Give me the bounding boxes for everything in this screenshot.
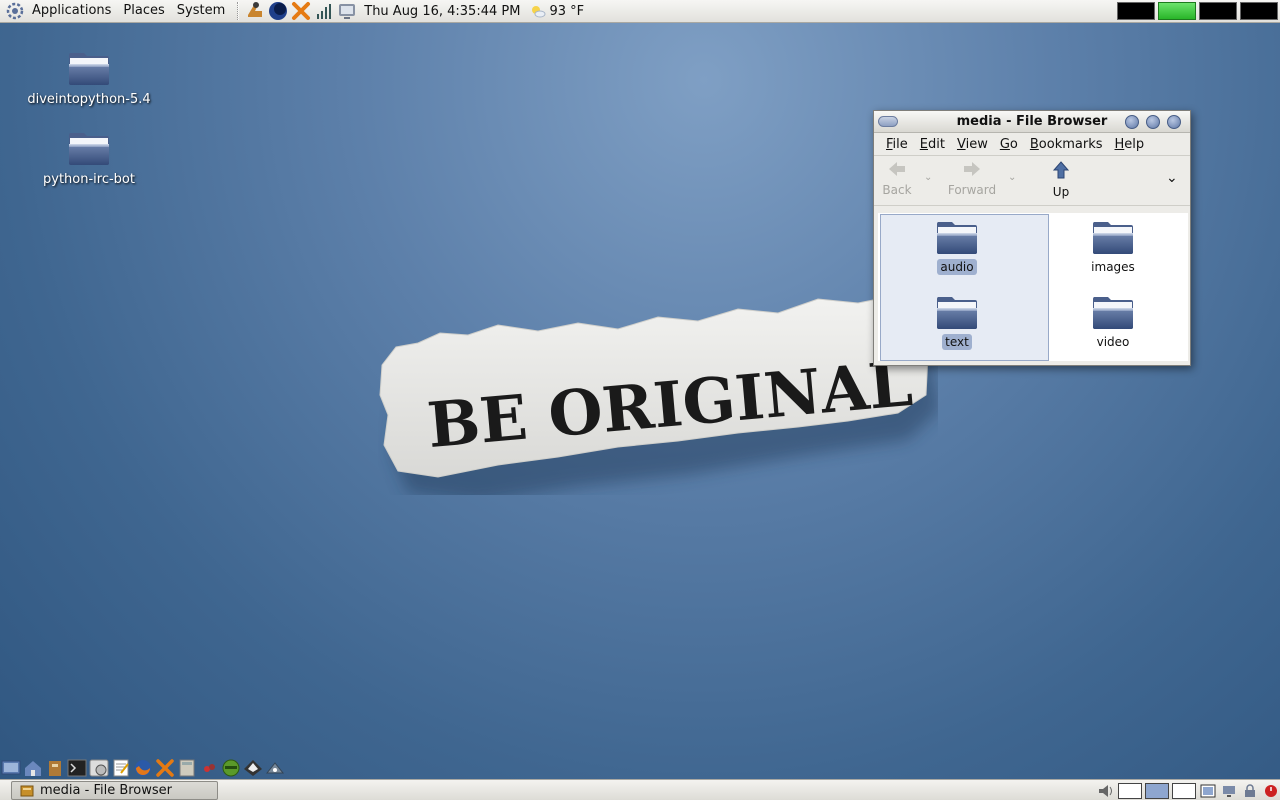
pidgin-icon[interactable] (199, 758, 219, 778)
folder-item-label: audio (937, 259, 977, 275)
folder-icon (935, 218, 979, 256)
forward-button[interactable]: Forward (944, 160, 1000, 197)
workspace-1[interactable] (1117, 2, 1155, 20)
maximize-button[interactable] (1146, 115, 1160, 129)
lock-screen-icon[interactable] (1241, 782, 1259, 800)
calculator-icon[interactable] (177, 758, 197, 778)
weather-applet[interactable]: 93 °F (530, 4, 584, 19)
folder-item-label: video (1096, 335, 1130, 349)
menu-file[interactable]: File (880, 137, 914, 152)
menu-edit[interactable]: Edit (914, 137, 951, 152)
menubar: File Edit View Go Bookmarks Help (874, 133, 1190, 156)
toolbar: Back ⌄ Forward ⌄ Up ⌄ (874, 156, 1190, 206)
workspace-2[interactable] (1158, 2, 1196, 20)
xchat-icon[interactable] (155, 758, 175, 778)
pager-workspace-3[interactable] (1172, 782, 1196, 799)
folder-icon (67, 128, 111, 168)
top-panel: Applications Places System Thu Aug 16, 4… (0, 0, 1280, 23)
xchat-launcher-icon[interactable] (291, 1, 311, 21)
file-browser-window: media - File Browser File Edit View Go B… (873, 110, 1191, 366)
network-monitor-icon (314, 1, 334, 21)
desktop-icon-diveintopython[interactable]: diveintopython-5.4 (24, 48, 154, 107)
disc-burner-icon[interactable] (89, 758, 109, 778)
menu-go[interactable]: Go (994, 137, 1024, 152)
burn-launcher-icon[interactable] (245, 1, 265, 21)
folder-icon (935, 293, 979, 331)
file-browser-icon (20, 785, 34, 796)
arrow-left-icon (889, 162, 905, 176)
package-manager-icon[interactable] (45, 758, 65, 778)
desktop-icon-label: python-irc-bot (43, 172, 135, 187)
folder-icon (67, 48, 111, 88)
clock[interactable]: Thu Aug 16, 4:35:44 PM (364, 4, 520, 19)
system-tray (1097, 781, 1280, 800)
close-button[interactable] (1167, 115, 1181, 129)
menu-view[interactable]: View (951, 137, 994, 152)
back-history-chevron-icon[interactable]: ⌄ (924, 172, 932, 183)
gnome-foot-icon[interactable] (4, 0, 26, 22)
home-folder-icon[interactable] (23, 758, 43, 778)
terminal-icon[interactable] (67, 758, 87, 778)
folder-icon (1091, 293, 1135, 331)
desktop-icon-python-irc-bot[interactable]: python-irc-bot (24, 128, 154, 187)
network-icon[interactable] (1220, 782, 1238, 800)
toolbar-overflow-chevron-icon[interactable]: ⌄ (1166, 170, 1178, 186)
menu-help[interactable]: Help (1109, 137, 1151, 152)
window-title: media - File Browser (956, 114, 1108, 129)
eclipse-launcher-icon[interactable] (268, 1, 288, 21)
folder-item-text[interactable]: text (897, 293, 1017, 350)
network-tool-icon[interactable] (265, 758, 285, 778)
bottom-launcher-bar (0, 757, 290, 779)
arrow-up-icon (1052, 161, 1070, 179)
window-layout-icon[interactable] (1199, 782, 1217, 800)
back-button[interactable]: Back (878, 160, 916, 197)
firefox-icon[interactable] (133, 758, 153, 778)
text-editor-icon[interactable] (111, 758, 131, 778)
folder-item-audio[interactable]: audio (897, 218, 1017, 275)
applications-menu[interactable]: Applications (26, 0, 117, 23)
file-view[interactable]: audio images text video (878, 213, 1188, 361)
minimize-button[interactable] (1125, 115, 1139, 129)
folder-item-images[interactable]: images (1053, 218, 1173, 275)
folder-icon (1091, 218, 1135, 256)
wallpaper-paper-scrap: BE ORIGINAL (378, 295, 940, 503)
pager-workspace-2[interactable] (1145, 782, 1169, 799)
bottom-panel: media - File Browser (0, 779, 1280, 800)
forward-history-chevron-icon[interactable]: ⌄ (1008, 172, 1016, 183)
partly-cloudy-icon (532, 6, 546, 18)
folder-item-label: text (942, 334, 972, 350)
temperature: 93 °F (549, 3, 585, 19)
workspace-4[interactable] (1240, 2, 1278, 20)
folder-item-label: images (1091, 260, 1135, 274)
panel-separator (237, 2, 240, 20)
menu-bookmarks[interactable]: Bookmarks (1024, 137, 1109, 152)
taskbar-button-label: media - File Browser (40, 783, 173, 798)
window-menu-button[interactable] (878, 116, 898, 127)
pager-workspace-1[interactable] (1118, 782, 1142, 799)
power-icon[interactable] (1262, 782, 1280, 800)
up-button[interactable]: Up (1046, 160, 1076, 199)
taskbar-button-file-browser[interactable]: media - File Browser (11, 781, 218, 800)
arrow-right-icon (964, 162, 980, 176)
show-desktop-icon[interactable] (1, 758, 21, 778)
inkscape-icon[interactable] (243, 758, 263, 778)
workspace-3[interactable] (1199, 2, 1237, 20)
folder-item-video[interactable]: video (1053, 293, 1173, 350)
game-icon[interactable] (221, 758, 241, 778)
places-menu[interactable]: Places (117, 0, 170, 23)
desktop-icon-label: diveintopython-5.4 (27, 92, 151, 107)
system-menu[interactable]: System (171, 0, 231, 23)
workspace-switcher[interactable] (1117, 2, 1278, 20)
volume-icon[interactable] (1097, 782, 1115, 800)
system-monitor-icon (337, 1, 357, 21)
window-titlebar[interactable]: media - File Browser (874, 111, 1190, 133)
